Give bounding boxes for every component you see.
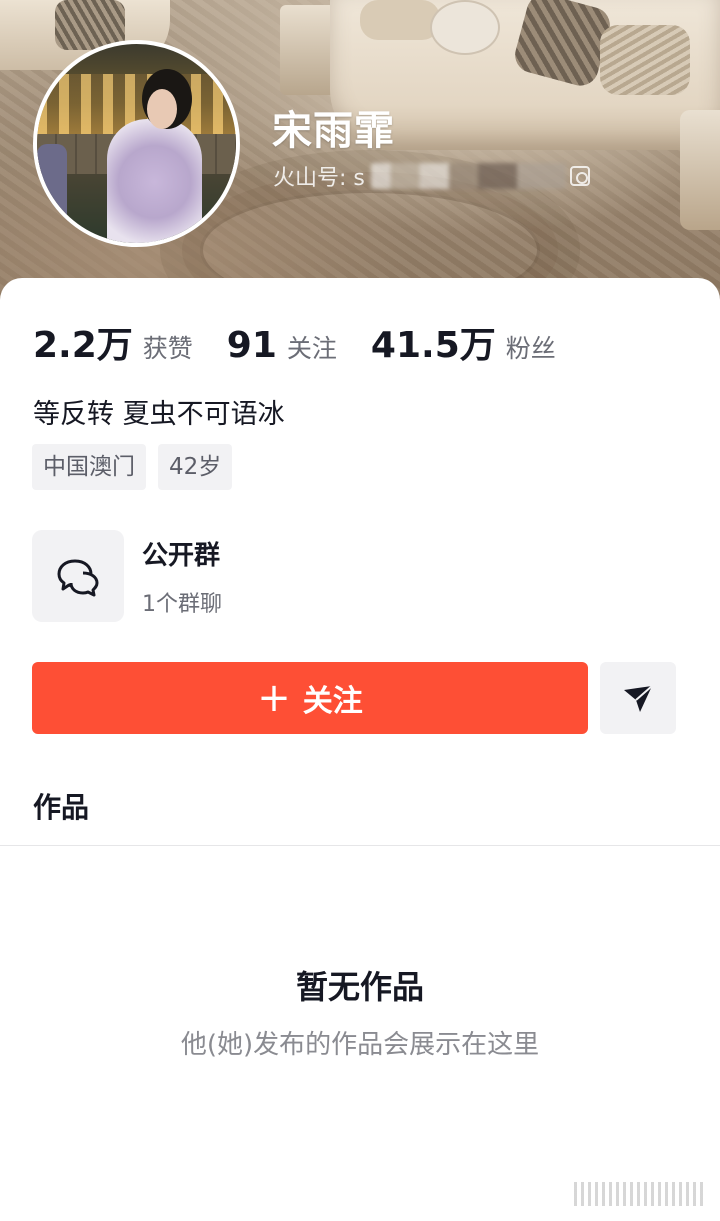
- profile-bio: 等反转 夏虫不可语冰: [33, 399, 285, 430]
- followers-count[interactable]: 41.5万: [371, 316, 496, 368]
- account-id[interactable]: 火山号: s: [273, 160, 590, 192]
- account-id-redacted: [370, 163, 566, 189]
- follow-button[interactable]: + 关注: [32, 662, 588, 734]
- following-count[interactable]: 91: [227, 325, 277, 366]
- works-section-title[interactable]: 作品: [33, 786, 89, 826]
- group-subtitle: 1个群聊: [142, 591, 222, 617]
- profile-name: 宋雨霏: [272, 108, 395, 154]
- cover-decor: [680, 110, 720, 230]
- copy-icon[interactable]: [569, 166, 590, 186]
- follow-button-label: 关注: [302, 684, 363, 719]
- age-tag: 42岁: [158, 444, 233, 490]
- group-title: 公开群: [142, 540, 221, 571]
- stats-row: 2.2万 获赞 91 关注 41.5万 粉丝: [33, 316, 590, 368]
- empty-state-subtitle: 他(她)发布的作品会展示在这里: [180, 1030, 540, 1060]
- following-label[interactable]: 关注: [287, 329, 337, 365]
- followers-label[interactable]: 粉丝: [506, 329, 556, 365]
- location-tag: 中国澳门: [32, 444, 146, 490]
- send-icon: [624, 685, 653, 712]
- account-id-label: 火山号: s: [273, 166, 365, 191]
- avatar-figure: [37, 144, 67, 224]
- section-divider: [0, 845, 720, 846]
- likes-count[interactable]: 2.2万: [33, 316, 133, 368]
- message-button[interactable]: [600, 662, 676, 734]
- likes-label[interactable]: 获赞: [143, 329, 193, 365]
- group-icon-box: [32, 530, 124, 622]
- avatar[interactable]: [33, 40, 240, 247]
- cover-decor: [360, 0, 440, 40]
- group-text: 公开群 1个群聊: [142, 535, 222, 618]
- avatar-figure: [147, 89, 177, 129]
- plus-icon: +: [257, 675, 291, 721]
- avatar-figure: [107, 119, 202, 243]
- chat-bubbles-icon: [57, 559, 99, 597]
- profile-tags: 中国澳门 42岁: [32, 444, 244, 490]
- watermark: [574, 1182, 704, 1206]
- empty-state-title: 暂无作品: [295, 968, 424, 1006]
- cover-decor: [600, 25, 690, 95]
- public-group-entry[interactable]: 公开群 1个群聊: [32, 530, 222, 622]
- cover-decor: [430, 0, 500, 55]
